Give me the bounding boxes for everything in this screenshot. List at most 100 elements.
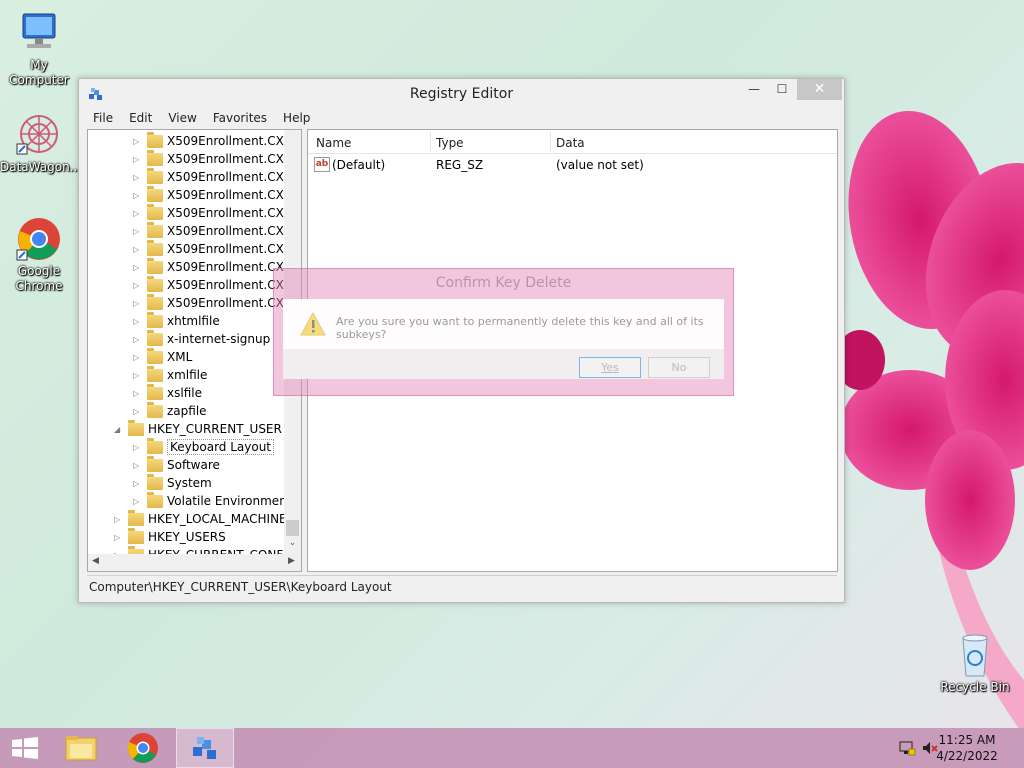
tree-item[interactable]: ◢ HKEY_CURRENT_USER bbox=[114, 420, 282, 438]
tree-item-label: xmlfile bbox=[167, 368, 208, 382]
tree-item-label: XML bbox=[167, 350, 193, 364]
tree-item[interactable]: ▷ X509Enrollment.CX50 bbox=[133, 132, 299, 150]
tree-item-label: X509Enrollment.CX50 bbox=[167, 170, 300, 184]
tree-item[interactable]: ▷ zapfile bbox=[133, 402, 207, 420]
folder-icon bbox=[147, 222, 163, 238]
window-title: Registry Editor bbox=[409, 86, 514, 102]
computer-icon bbox=[15, 10, 63, 56]
desktop-icon-google-chrome[interactable]: Google Chrome bbox=[0, 216, 78, 294]
tree-item[interactable]: ▷ Keyboard Layout bbox=[133, 438, 275, 457]
menu-view[interactable]: View bbox=[160, 109, 204, 129]
chrome-taskbar-button[interactable] bbox=[114, 728, 172, 768]
menu-help[interactable]: Help bbox=[275, 109, 318, 129]
scroll-down-arrow-icon[interactable]: ⌄ bbox=[284, 538, 301, 548]
expand-arrow-icon[interactable]: ▷ bbox=[133, 295, 143, 313]
table-row[interactable]: ab (Default) REG_SZ (value not set) bbox=[308, 156, 837, 174]
file-explorer-taskbar-button[interactable] bbox=[52, 728, 110, 768]
folder-icon bbox=[147, 348, 163, 364]
tree-item[interactable]: ▷ HKEY_LOCAL_MACHINE bbox=[114, 510, 287, 528]
tree-item[interactable]: ▷ X509Enrollment.CX50 bbox=[133, 222, 299, 240]
folder-icon bbox=[65, 736, 97, 761]
expand-arrow-icon[interactable]: ▷ bbox=[133, 313, 143, 331]
tree-item[interactable]: ▷ HKEY_USERS bbox=[114, 528, 226, 546]
folder-icon bbox=[147, 384, 163, 400]
folder-icon bbox=[147, 492, 163, 508]
confirm-key-delete-dialog: Confirm Key Delete Are you sure you want… bbox=[273, 268, 734, 396]
scroll-right-arrow-icon[interactable]: ▶ bbox=[288, 556, 295, 566]
scroll-thumb[interactable] bbox=[286, 520, 299, 536]
expand-arrow-icon[interactable]: ▷ bbox=[133, 367, 143, 385]
column-data[interactable]: Data bbox=[556, 136, 585, 150]
tree-horizontal-scrollbar[interactable]: ◀ ▶ bbox=[88, 554, 301, 571]
expand-arrow-icon[interactable]: ▷ bbox=[133, 151, 143, 169]
desktop-icon-label: Google Chrome bbox=[15, 264, 63, 293]
folder-icon bbox=[147, 366, 163, 382]
expand-arrow-icon[interactable]: ▷ bbox=[133, 331, 143, 349]
expand-arrow-icon[interactable]: ▷ bbox=[114, 529, 124, 547]
desktop-icon-my-computer[interactable]: My Computer bbox=[0, 10, 78, 88]
chrome-icon bbox=[15, 216, 63, 262]
expand-arrow-icon[interactable]: ▷ bbox=[133, 403, 143, 421]
close-button[interactable]: ✕ bbox=[797, 79, 842, 100]
expand-arrow-icon[interactable]: ▷ bbox=[133, 187, 143, 205]
expand-arrow-icon[interactable]: ▷ bbox=[133, 205, 143, 223]
minimize-button[interactable]: — bbox=[741, 79, 767, 100]
expand-arrow-icon[interactable]: ▷ bbox=[114, 511, 124, 529]
desktop-icon-datawagon[interactable]: DataWagon... bbox=[0, 112, 81, 175]
expand-arrow-icon[interactable]: ▷ bbox=[133, 133, 143, 151]
folder-icon bbox=[147, 330, 163, 346]
expand-arrow-icon[interactable]: ▷ bbox=[133, 259, 143, 277]
tree-item[interactable]: ▷ X509Enrollment.CX50 bbox=[133, 150, 299, 168]
warning-icon bbox=[299, 311, 327, 337]
menu-edit[interactable]: Edit bbox=[121, 109, 160, 129]
expand-arrow-icon[interactable]: ▷ bbox=[133, 439, 143, 457]
tree-item-label: HKEY_LOCAL_MACHINE bbox=[148, 512, 287, 526]
yes-button[interactable]: Yes bbox=[579, 357, 641, 378]
expand-arrow-icon[interactable]: ▷ bbox=[133, 475, 143, 493]
expand-arrow-icon[interactable]: ▷ bbox=[133, 457, 143, 475]
folder-icon bbox=[147, 276, 163, 292]
maximize-button[interactable]: ☐ bbox=[769, 79, 795, 100]
tree-item-label: HKEY_CURRENT_USER bbox=[148, 422, 282, 436]
registry-editor-taskbar-button[interactable] bbox=[176, 728, 234, 768]
expand-arrow-icon[interactable]: ▷ bbox=[133, 277, 143, 295]
tree-item[interactable]: ▷ xmlfile bbox=[133, 366, 207, 384]
tree-item[interactable]: ▷ xslfile bbox=[133, 384, 202, 402]
tree-item[interactable]: ▷ XML bbox=[133, 348, 192, 366]
folder-icon bbox=[147, 186, 163, 202]
menu-favorites[interactable]: Favorites bbox=[205, 109, 275, 129]
desktop-icon-label: My Computer bbox=[9, 58, 69, 87]
tree-item[interactable]: ▷ x-internet-signup bbox=[133, 330, 270, 348]
tree-item-label: x-internet-signup bbox=[167, 332, 271, 346]
folder-icon bbox=[147, 168, 163, 184]
tree-item[interactable]: ▷ X509Enrollment.CX50 bbox=[133, 186, 299, 204]
expand-arrow-icon[interactable]: ▷ bbox=[133, 223, 143, 241]
expand-arrow-icon[interactable]: ▷ bbox=[133, 385, 143, 403]
tree-item[interactable]: ▷ X509Enrollment.CX50 bbox=[133, 240, 299, 258]
key-tree[interactable]: ▷HKEY_CURRENT_CONFIG▷HKEY_USERS▷HKEY_LOC… bbox=[87, 129, 302, 572]
collapse-arrow-icon[interactable]: ◢ bbox=[114, 421, 124, 439]
tree-item[interactable]: ▷ xhtmlfile bbox=[133, 312, 220, 330]
taskbar-clock[interactable]: 11:25 AM 4/22/2022 bbox=[932, 732, 1002, 764]
title-bar[interactable]: Registry Editor — ☐ ✕ bbox=[79, 79, 844, 109]
tree-item-label: X509Enrollment.CX50 bbox=[167, 152, 300, 166]
tree-item[interactable]: ▷ X509Enrollment.CX50 bbox=[133, 204, 299, 222]
scroll-left-arrow-icon[interactable]: ◀ bbox=[92, 556, 99, 566]
start-button[interactable] bbox=[0, 728, 50, 768]
expand-arrow-icon[interactable]: ▷ bbox=[133, 349, 143, 367]
folder-icon bbox=[147, 132, 163, 148]
network-icon[interactable] bbox=[898, 740, 916, 756]
tree-item[interactable]: ▷ X509Enrollment.CX50 bbox=[133, 168, 299, 186]
column-name[interactable]: Name bbox=[316, 136, 351, 150]
tree-item[interactable]: ▷ Software bbox=[133, 456, 220, 474]
column-type[interactable]: Type bbox=[436, 136, 464, 150]
expand-arrow-icon[interactable]: ▷ bbox=[133, 241, 143, 259]
tree-item[interactable]: ▷ Volatile Environment bbox=[133, 492, 292, 510]
desktop-icon-recycle-bin[interactable]: Recycle Bin bbox=[936, 632, 1014, 695]
no-button[interactable]: No bbox=[648, 357, 710, 378]
expand-arrow-icon[interactable]: ▷ bbox=[133, 169, 143, 187]
menu-file[interactable]: File bbox=[85, 109, 121, 129]
expand-arrow-icon[interactable]: ▷ bbox=[133, 493, 143, 511]
tree-item[interactable]: ▷ System bbox=[133, 474, 212, 492]
tree-item-label: X509Enrollment.CX50 bbox=[167, 224, 300, 238]
